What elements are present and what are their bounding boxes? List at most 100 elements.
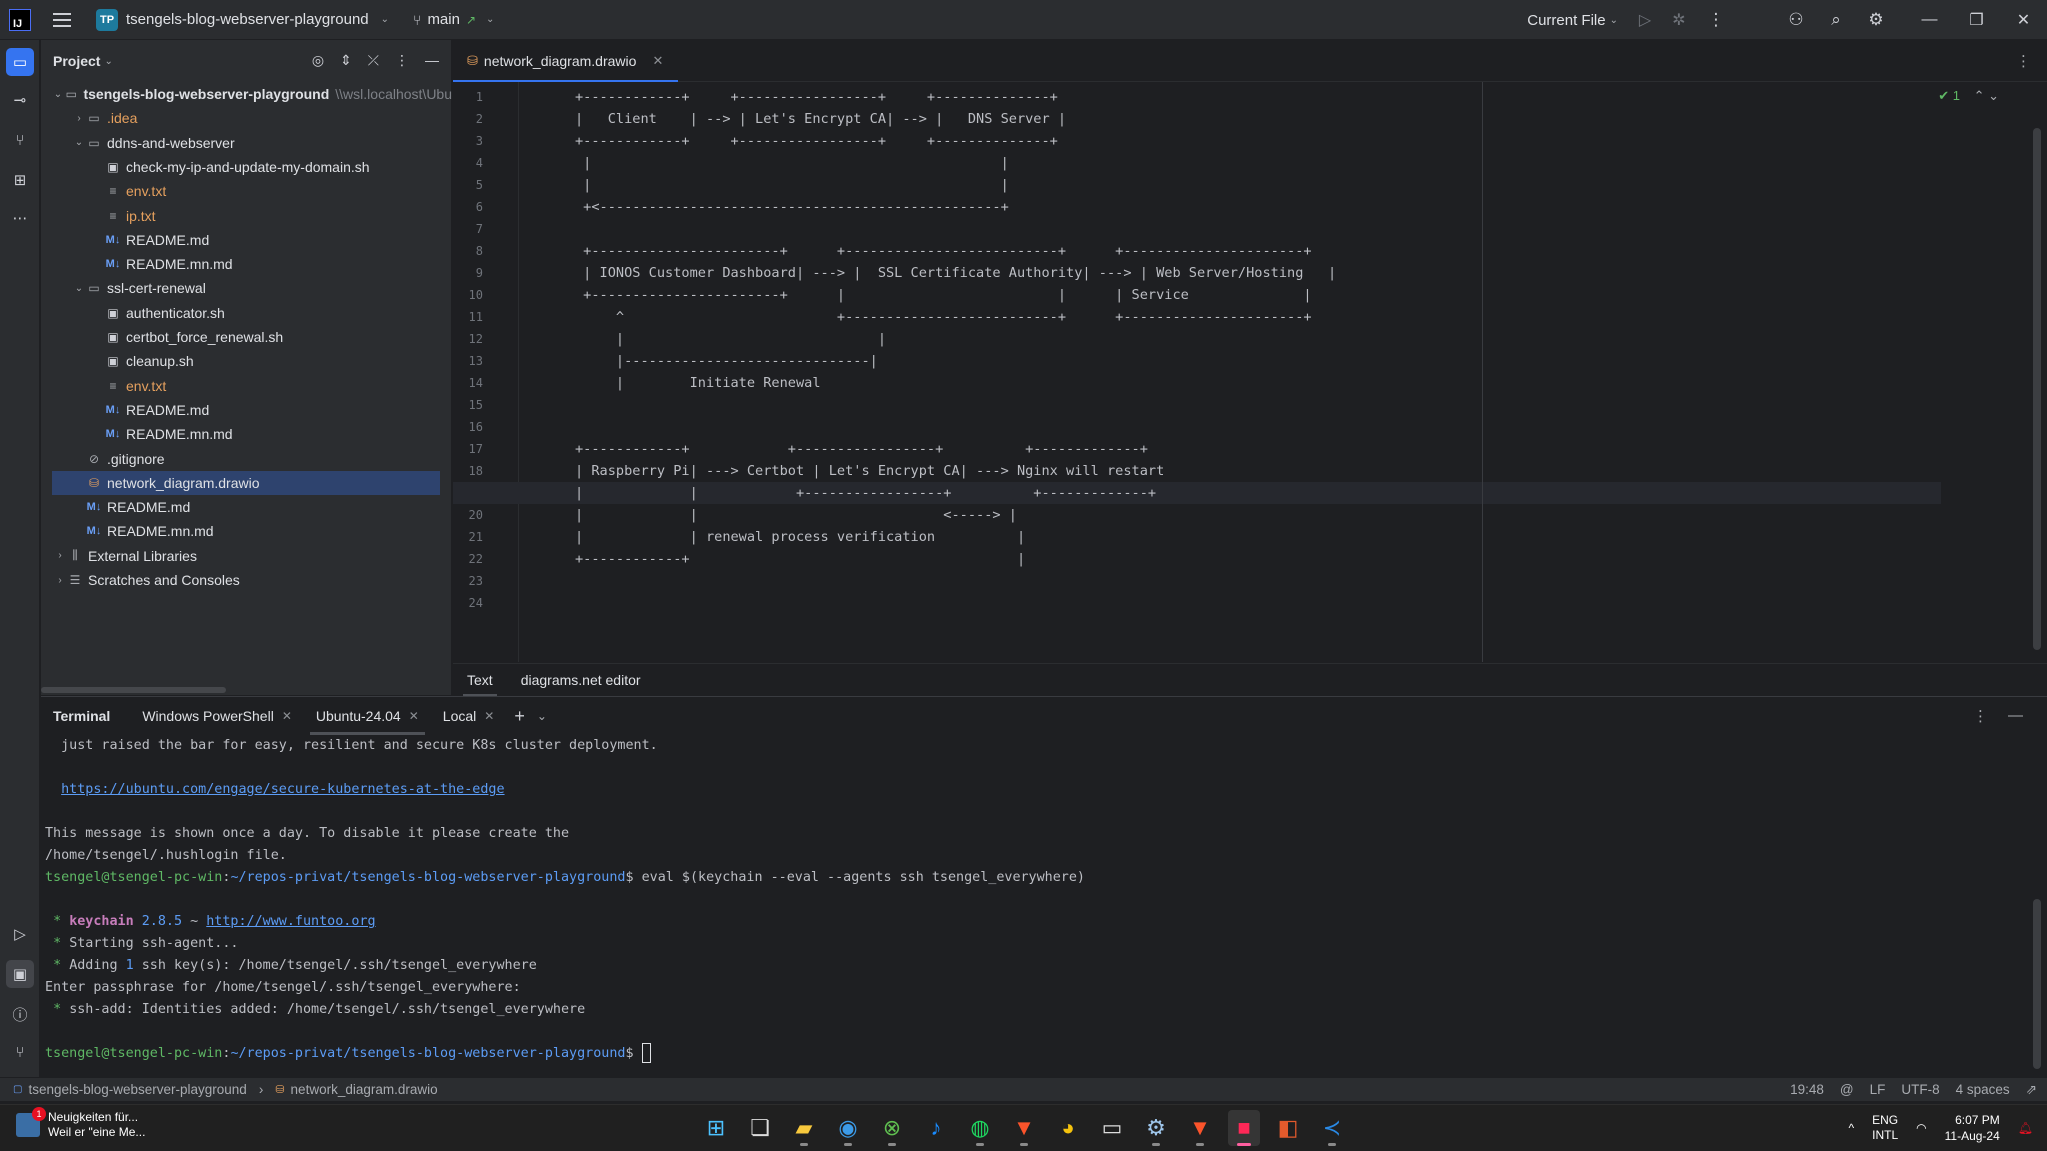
code-line[interactable] [453, 570, 1941, 592]
editor-vertical-scrollbar[interactable] [2033, 128, 2041, 650]
breadcrumb-file[interactable]: network_diagram.drawio [291, 1082, 438, 1097]
terminal-prompt-line[interactable]: tsengel@tsengel-pc-win:~/repos-privat/ts… [45, 1043, 651, 1065]
more-tools-icon[interactable]: ⋯ [6, 204, 34, 232]
tree-item[interactable]: ▣ check-my-ip-and-update-my-domain.sh [41, 155, 452, 179]
xbox-icon[interactable]: ⊗ [876, 1110, 908, 1146]
vcs-branch-widget[interactable]: ⑂ main ↗ ⌄ [413, 11, 494, 28]
at-sign-icon[interactable]: @ [1840, 1082, 1854, 1097]
chevron-right-icon[interactable]: › [53, 575, 67, 586]
tree-item[interactable]: › ▭ .idea [41, 106, 452, 130]
tree-item[interactable]: M↓ README.md [41, 495, 452, 519]
breadcrumb-project[interactable]: tsengels-blog-webserver-playground [28, 1082, 246, 1097]
wifi-icon[interactable]: ◠ [1916, 1121, 1926, 1135]
tree-item[interactable]: ⊘ .gitignore [41, 447, 452, 471]
tree-item[interactable]: ≡ ip.txt [41, 204, 452, 228]
terminal-scrollbar[interactable] [2033, 899, 2041, 1069]
code-line[interactable] [453, 592, 1941, 614]
readonly-lock-icon[interactable]: ⇗ [2026, 1082, 2037, 1098]
code-text[interactable]: +------------+ +-----------------+ +----… [453, 82, 2020, 662]
terminal-link[interactable]: https://ubuntu.com/engage/secure-kuberne… [61, 782, 504, 797]
drawio-app-icon[interactable]: ◧ [1272, 1110, 1304, 1146]
brave-browser-icon[interactable]: ▼ [1008, 1110, 1040, 1146]
close-tab-icon[interactable]: ✕ [282, 709, 292, 723]
language-indicator[interactable]: ENG INTL [1872, 1113, 1898, 1143]
funtoo-link[interactable]: http://www.funtoo.org [206, 914, 375, 929]
run-config-selector[interactable]: Current File ⌄ [1527, 12, 1618, 29]
terminal-tab-local[interactable]: Local ✕ [431, 697, 507, 735]
news-widget[interactable]: 1 Neuigkeiten für... Weil er "eine Me... [16, 1107, 145, 1140]
caret-position[interactable]: 19:48 [1790, 1082, 1824, 1097]
restore-button[interactable]: ❐ [1953, 10, 2000, 30]
settings-gear-icon[interactable]: ⚙ [1856, 10, 1896, 30]
text-mode-tab[interactable]: Text [453, 664, 507, 696]
tree-item[interactable]: M↓ README.mn.md [41, 422, 452, 446]
add-user-icon[interactable]: ⚇ [1776, 10, 1816, 30]
code-line[interactable]: | IONOS Customer Dashboard| ---> | SSL C… [453, 262, 1941, 284]
code-line[interactable]: | Raspberry Pi| ---> Certbot | Let's Enc… [453, 460, 1941, 482]
vscode-icon[interactable]: ≺ [1316, 1110, 1348, 1146]
commit-tool-icon[interactable]: ⊸ [6, 86, 34, 114]
notifications-bell-icon[interactable]: 🔔︎ [2018, 1121, 2033, 1135]
file-explorer-icon[interactable]: ▰ [788, 1110, 820, 1146]
run-icon[interactable]: ▷ [1628, 10, 1662, 30]
collapse-all-icon[interactable]: ⤫ [368, 52, 379, 69]
editor-tab-network-diagram[interactable]: ⛁ network_diagram.drawio ✕ [453, 40, 679, 82]
close-window-button[interactable]: ✕ [2000, 10, 2047, 30]
hide-panel-icon[interactable]: — [425, 52, 439, 69]
code-line[interactable] [453, 218, 1941, 240]
indent-setting[interactable]: 4 spaces [1956, 1082, 2010, 1097]
code-line[interactable]: | | <-----> | [453, 504, 1941, 526]
brave-beta-icon[interactable]: ▼ [1184, 1110, 1216, 1146]
task-view-icon[interactable]: ❏ [744, 1110, 776, 1146]
code-line[interactable]: +------------+ +-----------------+ +----… [453, 86, 1941, 108]
tree-item[interactable]: M↓ README.mn.md [41, 519, 452, 543]
file-encoding[interactable]: UTF-8 [1901, 1082, 1939, 1097]
expand-all-icon[interactable]: ⇕ [340, 52, 352, 69]
code-line[interactable]: ^ +--------------------------+ +--------… [453, 306, 1941, 328]
terminal-app-icon[interactable]: ▭ [1096, 1110, 1128, 1146]
code-line[interactable]: | | [453, 174, 1941, 196]
debug-icon[interactable]: ✲ [1662, 10, 1696, 30]
chrome-icon[interactable]: ◕ [1052, 1110, 1084, 1146]
inspection-widget[interactable]: ✔ 1 ⌃ ⌄ [1938, 88, 1999, 104]
tree-item[interactable]: › ⫼ External Libraries [41, 544, 452, 568]
code-line[interactable] [453, 394, 1941, 416]
project-panel-title[interactable]: Project [53, 53, 100, 69]
line-separator[interactable]: LF [1870, 1082, 1886, 1097]
code-line[interactable]: | | renewal process verification | [453, 526, 1941, 548]
tree-item[interactable]: M↓ README.md [41, 398, 452, 422]
pull-requests-icon[interactable]: ⑂ [6, 126, 34, 154]
tree-item[interactable]: ▣ cleanup.sh [41, 349, 452, 373]
git-tool-icon[interactable]: ⑂ [6, 1038, 34, 1066]
tree-item[interactable]: ⌄ ▭ ddns-and-webserver [41, 131, 452, 155]
code-line[interactable]: +-----------------------+ +-------------… [453, 240, 1941, 262]
chevron-down-icon[interactable]: ⌄ [72, 283, 86, 294]
spotify-icon[interactable]: ◍ [964, 1110, 996, 1146]
tree-item[interactable]: ⌄ ▭ tsengels-blog-webserver-playground \\ws… [41, 82, 452, 106]
terminal-cursor[interactable] [641, 1043, 651, 1063]
tree-item[interactable]: M↓ README.mn.md [41, 252, 452, 276]
project-tool-icon[interactable]: ▭ [6, 48, 34, 76]
search-icon[interactable]: ⌕ [1816, 10, 1856, 30]
diagrams-editor-tab[interactable]: diagrams.net editor [507, 664, 655, 696]
code-line[interactable]: | | +-----------------+ +-------------+ [453, 482, 1941, 504]
windows-start-icon[interactable]: ⊞ [700, 1110, 732, 1146]
prev-next-arrows-icon[interactable]: ⌃ ⌄ [1974, 88, 1999, 103]
code-line[interactable]: | | [453, 152, 1941, 174]
code-line[interactable]: +------------+ | [453, 548, 1941, 570]
code-line[interactable]: +-----------------------+ | | | Service … [453, 284, 1941, 306]
edge-browser-icon[interactable]: ◉ [832, 1110, 864, 1146]
tree-item[interactable]: ▣ authenticator.sh [41, 301, 452, 325]
tab-options-icon[interactable]: ⋮ [2016, 52, 2031, 70]
tree-item[interactable]: ⛁ network_diagram.drawio [52, 470, 440, 495]
locate-file-icon[interactable]: ◎ [312, 52, 324, 69]
tree-item[interactable]: ▣ certbot_force_renewal.sh [41, 325, 452, 349]
clock[interactable]: 6:07 PM 11-Aug-24 [1945, 1112, 2000, 1144]
main-menu-icon[interactable] [53, 12, 71, 27]
terminal-options-icon[interactable]: ⋮ [1973, 707, 1988, 725]
options-icon[interactable]: ⋮ [395, 52, 409, 69]
code-line[interactable]: | Initiate Renewal [453, 372, 1941, 394]
code-line[interactable]: | | [453, 328, 1941, 350]
tree-item[interactable]: ⌄ ▭ ssl-cert-renewal [41, 276, 452, 300]
hide-panel-icon[interactable]: — [2008, 707, 2023, 725]
